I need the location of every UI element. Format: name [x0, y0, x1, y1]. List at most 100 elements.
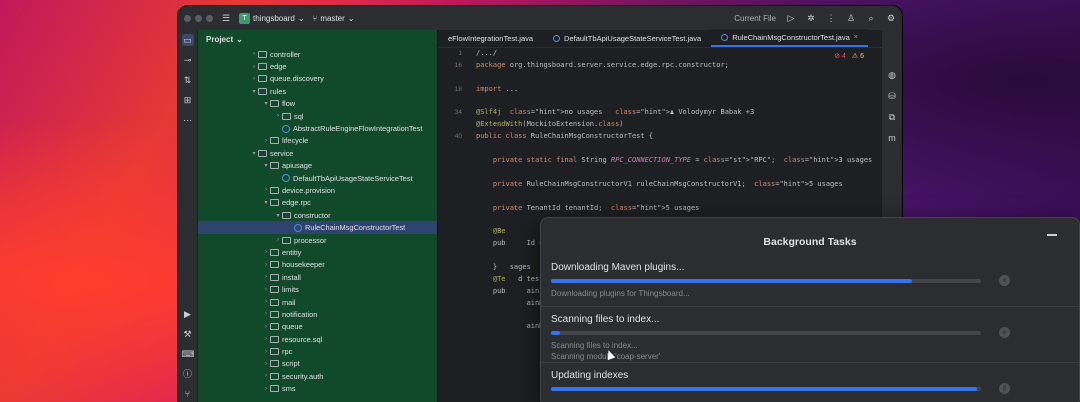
- code-line: package org.thingsboard.server.service.e…: [476, 60, 729, 69]
- editor-tab[interactable]: RuleChainMsgConstructorTest.java ×: [711, 29, 868, 47]
- tree-row[interactable]: › notification: [198, 308, 437, 320]
- database-icon[interactable]: ⛁: [888, 91, 896, 102]
- line-number: [438, 96, 462, 108]
- editor-tab[interactable]: eFlowIntegrationTest.java: [438, 29, 543, 47]
- debug-icon[interactable]: ✲: [806, 13, 816, 23]
- editor-tab[interactable]: DefaultTbApiUsageStateServiceTest.java: [543, 29, 711, 47]
- folder-icon: [258, 75, 267, 83]
- chevron-right-icon[interactable]: ›: [262, 373, 270, 379]
- tree-row[interactable]: › housekeeper: [198, 259, 437, 271]
- problems-icon[interactable]: ⓘ: [182, 368, 194, 380]
- tree-row[interactable]: › entitiy: [198, 246, 437, 258]
- class-icon: [282, 124, 290, 133]
- minimize-icon[interactable]: [1047, 234, 1057, 236]
- cancel-icon[interactable]: ×: [999, 275, 1010, 286]
- tree-row[interactable]: › device.provision: [198, 184, 437, 196]
- tree-row[interactable]: › rpc: [198, 345, 437, 357]
- chevron-right-icon[interactable]: ›: [274, 237, 282, 243]
- folder-icon: [270, 137, 279, 145]
- branch-selector[interactable]: ⑂ master ⌄: [313, 14, 355, 23]
- tree-row[interactable]: › sms: [198, 383, 437, 395]
- chevron-right-icon[interactable]: ›: [262, 262, 270, 268]
- run-icon[interactable]: ▷: [786, 13, 796, 23]
- project-selector[interactable]: T thingsboard ⌄: [239, 12, 305, 24]
- tree-row[interactable]: › security.auth: [198, 370, 437, 382]
- tree-row[interactable]: ▾ service: [198, 147, 437, 159]
- chevron-right-icon[interactable]: ›: [274, 113, 282, 119]
- tree-row[interactable]: › processor: [198, 234, 437, 246]
- structure-icon[interactable]: ⊞: [182, 94, 194, 106]
- chevron-right-icon[interactable]: ›: [262, 324, 270, 330]
- chevron-right-icon[interactable]: ›: [262, 311, 270, 317]
- main-menu-icon[interactable]: ☰: [221, 13, 231, 23]
- tree-row[interactable]: ▾ flow: [198, 98, 437, 110]
- minimize-window-button[interactable]: [195, 14, 202, 22]
- code-line: import ...: [476, 84, 519, 93]
- tree-row[interactable]: › resource.sql: [198, 333, 437, 345]
- git-icon[interactable]: ⑂: [182, 388, 194, 400]
- chevron-right-icon[interactable]: ›: [262, 361, 270, 367]
- tree-row[interactable]: › edge: [198, 60, 437, 72]
- chevron-right-icon[interactable]: ›: [262, 287, 270, 293]
- tree-row[interactable]: › script: [198, 358, 437, 370]
- chevron-right-icon[interactable]: ›: [262, 138, 270, 144]
- tree-row[interactable]: › mail: [198, 296, 437, 308]
- tree-row-label: security.auth: [282, 371, 324, 381]
- notifications-icon[interactable]: ◍: [888, 70, 896, 81]
- tree-row[interactable]: ▾ apiusage: [198, 160, 437, 172]
- more-tools-icon[interactable]: ⋯: [182, 114, 194, 126]
- code-line: private static final String RPC_CONNECTI…: [492, 156, 873, 165]
- chevron-down-icon[interactable]: ▾: [262, 100, 270, 107]
- tree-row[interactable]: AbstractRuleEngineFlowIntegrationTest: [198, 122, 437, 134]
- tree-row[interactable]: ▾ edge.rpc: [198, 197, 437, 209]
- run-tool-icon[interactable]: ▶: [182, 308, 194, 320]
- chevron-right-icon[interactable]: ›: [250, 51, 258, 57]
- tree-row[interactable]: › controller: [198, 48, 437, 60]
- cancel-icon[interactable]: ×: [999, 327, 1010, 338]
- tree-row[interactable]: ▾ constructor: [198, 209, 437, 221]
- more-icon[interactable]: ⋮: [826, 13, 836, 23]
- chevron-right-icon[interactable]: ›: [250, 64, 258, 70]
- tree-row[interactable]: ▾ rules: [198, 85, 437, 97]
- chevron-right-icon[interactable]: ›: [250, 76, 258, 82]
- project-tool-icon[interactable]: ▭: [181, 34, 194, 46]
- pause-icon[interactable]: ‖: [999, 383, 1010, 394]
- chevron-down-icon[interactable]: ▾: [274, 212, 282, 219]
- settings-gear-icon[interactable]: ⚙: [886, 13, 896, 23]
- chevron-down-icon[interactable]: ▾: [262, 162, 270, 169]
- zoom-window-button[interactable]: [206, 14, 213, 22]
- chevron-right-icon[interactable]: ›: [262, 274, 270, 280]
- commit-icon[interactable]: ⊸: [182, 54, 194, 66]
- tree-row[interactable]: › lifecycle: [198, 135, 437, 147]
- tree-row[interactable]: DefaultTbApiUsageStateServiceTest: [198, 172, 437, 184]
- tree-row[interactable]: RuleChainMsgConstructorTest: [198, 221, 437, 234]
- maven-icon[interactable]: m: [888, 133, 896, 143]
- line-number: [438, 155, 462, 167]
- chevron-right-icon[interactable]: ›: [262, 336, 270, 342]
- add-user-icon[interactable]: ♙: [846, 13, 856, 23]
- build-icon[interactable]: ⚒: [182, 328, 194, 340]
- tree-row[interactable]: › sql: [198, 110, 437, 122]
- tree-row-label: limits: [282, 285, 299, 295]
- tree-row[interactable]: › limits: [198, 283, 437, 295]
- chevron-right-icon[interactable]: ›: [262, 349, 270, 355]
- pull-requests-icon[interactable]: ⇅: [182, 74, 194, 86]
- terminal-icon[interactable]: ⌨: [182, 348, 195, 360]
- tree-row[interactable]: › queue.discovery: [198, 73, 437, 85]
- gradle-icon[interactable]: ⧉: [889, 112, 895, 123]
- chevron-right-icon[interactable]: ›: [262, 187, 270, 193]
- chevron-down-icon[interactable]: ▾: [250, 88, 258, 95]
- search-icon[interactable]: ⌕: [866, 13, 876, 23]
- chevron-down-icon[interactable]: ▾: [262, 199, 270, 206]
- project-panel-header[interactable]: Project ⌄: [198, 30, 437, 48]
- close-window-button[interactable]: [184, 14, 191, 22]
- run-config-selector[interactable]: Current File: [734, 14, 776, 23]
- tree-row[interactable]: › install: [198, 271, 437, 283]
- chevron-down-icon[interactable]: ▾: [250, 150, 258, 157]
- chevron-right-icon[interactable]: ›: [262, 386, 270, 392]
- chevron-right-icon[interactable]: ›: [262, 299, 270, 305]
- close-icon[interactable]: ×: [854, 34, 858, 41]
- background-tasks-popup: Background Tasks Downloading Maven plugi…: [540, 217, 1080, 402]
- chevron-right-icon[interactable]: ›: [262, 249, 270, 255]
- tree-row[interactable]: › queue: [198, 321, 437, 333]
